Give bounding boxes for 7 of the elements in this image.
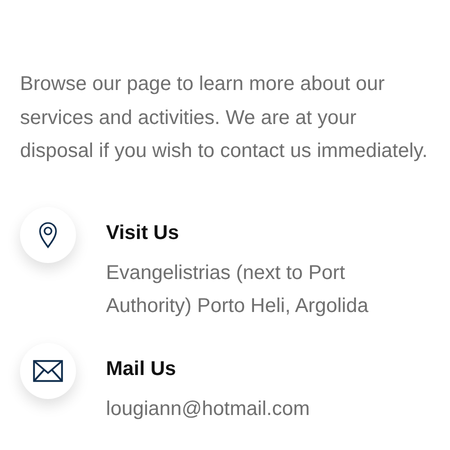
envelope-icon: [33, 360, 63, 382]
intro-paragraph: Browse our page to learn more about our services and activities. We are at your disposal if you wish to contact us immediately.: [20, 72, 429, 164]
location-pin-icon: [38, 220, 58, 248]
contact-title: Visit Us: [106, 220, 180, 244]
contact-detail: lougiann@hotmail.com: [106, 396, 311, 422]
contact-title: Mail Us: [106, 356, 178, 380]
contact-detail: Evangelistrias (next to Port Authority) Porto Heli, Argolida: [106, 260, 370, 318]
